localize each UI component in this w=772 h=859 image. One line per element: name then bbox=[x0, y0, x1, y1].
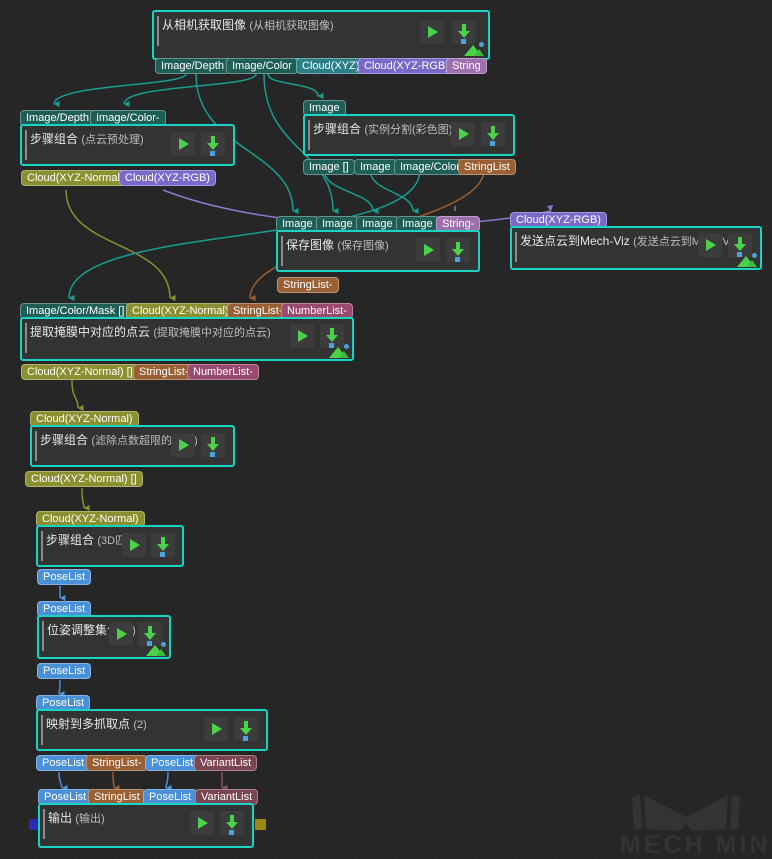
run-step-button[interactable] bbox=[171, 433, 195, 457]
run-step-button[interactable] bbox=[109, 622, 133, 646]
node-title: 输出 (输出) bbox=[48, 811, 105, 825]
node-point-cloud-preprocess[interactable]: 步骤组合 (点云预处理) bbox=[20, 124, 235, 166]
port-out-cloud-xyz-rgb[interactable]: Cloud(XYZ-RGB) bbox=[358, 58, 455, 74]
port-out-cloud-xyz-normal[interactable]: Cloud(XYZ-Normal) bbox=[21, 170, 130, 186]
node-title: 步骤组合 (实例分割(彩色图)) bbox=[313, 122, 457, 136]
port-out-cloud-xyz-normal-array[interactable]: Cloud(XYZ-Normal) [] bbox=[25, 471, 143, 487]
port-out-cloud-xyz[interactable]: Cloud(XYZ) bbox=[296, 58, 366, 74]
port-out-numberlist[interactable]: NumberList- bbox=[187, 364, 259, 380]
run-step-button[interactable] bbox=[416, 238, 440, 262]
node-accent-bar bbox=[157, 16, 159, 46]
node-extract-mask-cloud[interactable]: 提取掩膜中对应的点云 (提取掩膜中对应的点云) bbox=[20, 317, 354, 361]
node-save-image[interactable]: 保存图像 (保存图像) bbox=[276, 230, 480, 272]
output-data-button[interactable] bbox=[481, 122, 505, 146]
output-data-button[interactable] bbox=[220, 811, 244, 835]
node-send-cloud-to-mech-viz[interactable]: 发送点云到Mech-Viz (发送点云到Mech-Viz) bbox=[510, 226, 762, 270]
mech-mind-watermark: MECH MIND bbox=[620, 795, 766, 855]
port-out-image-array[interactable]: Image [] bbox=[303, 159, 355, 175]
port-out-stringlist[interactable]: StringList bbox=[458, 159, 516, 175]
output-data-button[interactable] bbox=[452, 20, 476, 44]
port-out-image[interactable]: Image bbox=[354, 159, 397, 175]
node-accent-bar bbox=[41, 715, 43, 745]
node-accent-bar bbox=[41, 531, 43, 561]
visualize-icon bbox=[735, 253, 757, 267]
port-out-image-color[interactable]: Image/Color bbox=[394, 159, 466, 175]
port-out-image-color[interactable]: Image/Color bbox=[226, 58, 298, 74]
node-instance-segmentation[interactable]: 步骤组合 (实例分割(彩色图)) bbox=[303, 114, 515, 156]
node-title: 映射到多抓取点 (2) bbox=[46, 717, 147, 731]
visualize-icon bbox=[144, 642, 166, 656]
node-accent-bar bbox=[43, 809, 45, 839]
output-data-button[interactable] bbox=[151, 533, 175, 557]
output-data-button[interactable] bbox=[446, 238, 470, 262]
run-step-button[interactable] bbox=[171, 132, 195, 156]
port-out-poselist-1[interactable]: PoseList bbox=[36, 755, 91, 771]
run-step-button[interactable] bbox=[204, 717, 228, 741]
run-step-button[interactable] bbox=[420, 20, 444, 44]
output-data-button[interactable] bbox=[201, 433, 225, 457]
run-step-button[interactable] bbox=[698, 233, 722, 257]
node-capture-image[interactable]: 从相机获取图像 (从相机获取图像) bbox=[152, 10, 490, 60]
node-accent-bar bbox=[281, 236, 283, 266]
port-out-poselist[interactable]: PoseList bbox=[37, 569, 92, 585]
graph-canvas[interactable]: 从相机获取图像 (从相机获取图像) Image/Depth Image/Colo… bbox=[0, 0, 772, 859]
node-accent-bar bbox=[35, 431, 37, 461]
port-out-string[interactable]: String bbox=[446, 58, 487, 74]
port-out-cloud-xyz-rgb[interactable]: Cloud(XYZ-RGB) bbox=[119, 170, 216, 186]
port-out-poselist-2[interactable]: PoseList bbox=[145, 755, 200, 771]
port-out-poselist[interactable]: PoseList bbox=[37, 663, 92, 679]
output-data-button[interactable] bbox=[201, 132, 225, 156]
node-title: 保存图像 (保存图像) bbox=[286, 238, 389, 252]
node-accent-bar bbox=[515, 232, 517, 262]
node-title: 从相机获取图像 (从相机获取图像) bbox=[162, 18, 334, 32]
node-accent-bar bbox=[308, 120, 310, 150]
run-step-button[interactable] bbox=[190, 811, 214, 835]
node-output[interactable]: 输出 (输出) bbox=[38, 803, 254, 848]
visualize-icon bbox=[462, 42, 484, 56]
node-title: 步骤组合 (点云预处理) bbox=[30, 132, 144, 146]
node-title: 提取掩膜中对应的点云 (提取掩膜中对应的点云) bbox=[30, 325, 271, 339]
svg-text:MECH MIND: MECH MIND bbox=[620, 831, 766, 855]
port-out-variantlist[interactable]: VariantList bbox=[194, 755, 258, 771]
run-step-button[interactable] bbox=[122, 533, 146, 557]
run-step-button[interactable] bbox=[290, 324, 314, 348]
port-out-image-depth[interactable]: Image/Depth bbox=[155, 58, 230, 74]
output-data-button[interactable] bbox=[234, 717, 258, 741]
flow-out-endpoint[interactable] bbox=[255, 819, 266, 830]
run-step-button[interactable] bbox=[451, 122, 475, 146]
port-out-stringlist[interactable]: StringList- bbox=[133, 364, 195, 380]
node-pose-adjustment-set[interactable]: 位姿调整集合 (1) bbox=[37, 615, 171, 659]
node-filter-oversized-clouds[interactable]: 步骤组合 (滤除点数超限的点云) bbox=[30, 425, 235, 467]
port-out-stringlist[interactable]: StringList- bbox=[277, 277, 339, 293]
node-3d-matching[interactable]: 步骤组合 (3D匹配) bbox=[36, 525, 184, 567]
node-accent-bar bbox=[25, 323, 27, 353]
node-accent-bar bbox=[25, 130, 27, 160]
node-accent-bar bbox=[42, 621, 44, 651]
visualize-icon bbox=[327, 344, 349, 358]
node-map-to-multi-pick-points[interactable]: 映射到多抓取点 (2) bbox=[36, 709, 268, 751]
port-out-cloud-xyz-normal-array[interactable]: Cloud(XYZ-Normal) [] bbox=[21, 364, 139, 380]
port-out-stringlist[interactable]: StringList- bbox=[86, 755, 148, 771]
